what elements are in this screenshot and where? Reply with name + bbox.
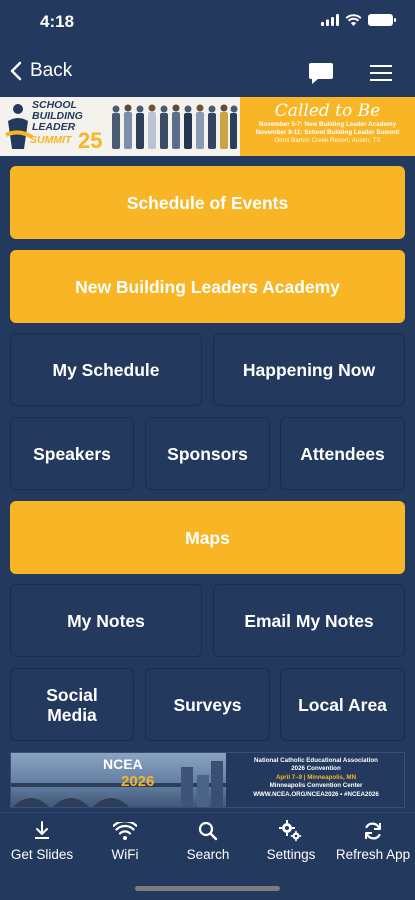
attendees-button[interactable]: Attendees [280, 417, 405, 490]
chevron-left-icon [10, 61, 22, 81]
download-icon [35, 821, 49, 839]
ncea-info: National Catholic Educational Associatio… [226, 757, 404, 799]
happening-now-button[interactable]: Happening Now [213, 333, 405, 406]
sponsors-button[interactable]: Sponsors [145, 417, 270, 490]
wifi-status-icon [345, 14, 362, 26]
battery-icon [368, 14, 396, 26]
status-icons [321, 14, 396, 26]
my-notes-button[interactable]: My Notes [10, 584, 202, 657]
banner-line-3: Omni Barton Creek Resort, Austin, TX [274, 137, 381, 144]
ncea-line-5: WWW.NCEA.ORG/NCEA2026 • #NCEA2026 [253, 790, 379, 798]
home-indicator[interactable] [135, 886, 280, 891]
summit-line-3: LEADER [32, 121, 76, 133]
summit-banner-right: Called to Be November 5-7: New Building … [240, 97, 415, 156]
tab-search[interactable]: Search [168, 819, 248, 862]
summit-banner[interactable]: SCHOOL BUILDING LEADER SUMMIT 25 Called … [0, 97, 415, 156]
tab-label-refresh-app: Refresh App [335, 847, 411, 862]
chat-icon [309, 63, 333, 84]
menu-button[interactable] [370, 64, 392, 87]
summit-banner-left: SCHOOL BUILDING LEADER SUMMIT 25 [0, 97, 240, 156]
ncea-year: 2026 [121, 773, 155, 790]
speakers-button[interactable]: Speakers [10, 417, 134, 490]
schedule-of-events-button[interactable]: Schedule of Events [10, 166, 405, 239]
ncea-line-1: National Catholic Educational Associatio… [254, 757, 378, 764]
refresh-icon [365, 822, 381, 840]
hamburger-menu-icon [370, 65, 392, 81]
local-area-button[interactable]: Local Area [280, 668, 405, 741]
tab-label-search: Search [186, 847, 230, 862]
banner-line-1: November 5-7: New Building Leader Academ… [258, 121, 397, 128]
banner-line-2: November 9-11: School Building Leader Su… [255, 129, 400, 136]
ncea-line-4: Minneapolis Convention Center [269, 782, 363, 790]
tab-label-wifi: WiFi [111, 847, 139, 862]
chat-button[interactable] [308, 61, 334, 90]
status-bar: 4:18 [0, 0, 415, 48]
summit-word: SUMMIT [30, 134, 72, 146]
gear-icon [279, 820, 302, 842]
maps-button[interactable]: Maps [10, 501, 405, 574]
summit-year: 25 [78, 128, 103, 153]
ncea-banner[interactable]: NCEA 2026 National Catholic Educational … [10, 752, 405, 808]
tab-refresh-app[interactable]: Refresh App [333, 819, 413, 862]
nav-bar: Back [0, 52, 415, 96]
tab-label-get-slides: Get Slides [10, 847, 74, 862]
social-media-button[interactable]: Social Media [10, 668, 134, 741]
ncea-logo: NCEA [103, 756, 143, 772]
back-button[interactable]: Back [10, 60, 72, 82]
back-label: Back [30, 60, 73, 81]
status-time: 4:18 [40, 12, 75, 31]
called-to-be-title: Called to Be [274, 101, 381, 121]
signal-icon [321, 14, 339, 26]
search-icon [198, 821, 218, 841]
tab-settings[interactable]: Settings [251, 819, 331, 862]
new-building-leaders-academy-button[interactable]: New Building Leaders Academy [10, 250, 405, 323]
tab-wifi[interactable]: WiFi [85, 819, 165, 862]
tab-label-settings: Settings [266, 847, 316, 862]
ncea-line-2: 2026 Convention [291, 765, 341, 773]
summit-title: SCHOOL BUILDING LEADER [32, 100, 83, 133]
tab-get-slides[interactable]: Get Slides [2, 819, 82, 862]
email-my-notes-button[interactable]: Email My Notes [213, 584, 405, 657]
wifi-icon [113, 822, 137, 840]
leaders-group-image [112, 104, 238, 149]
my-schedule-button[interactable]: My Schedule [10, 333, 202, 406]
surveys-button[interactable]: Surveys [145, 668, 270, 741]
ncea-line-3: April 7–9 | Minneapolis, MN [275, 773, 357, 781]
